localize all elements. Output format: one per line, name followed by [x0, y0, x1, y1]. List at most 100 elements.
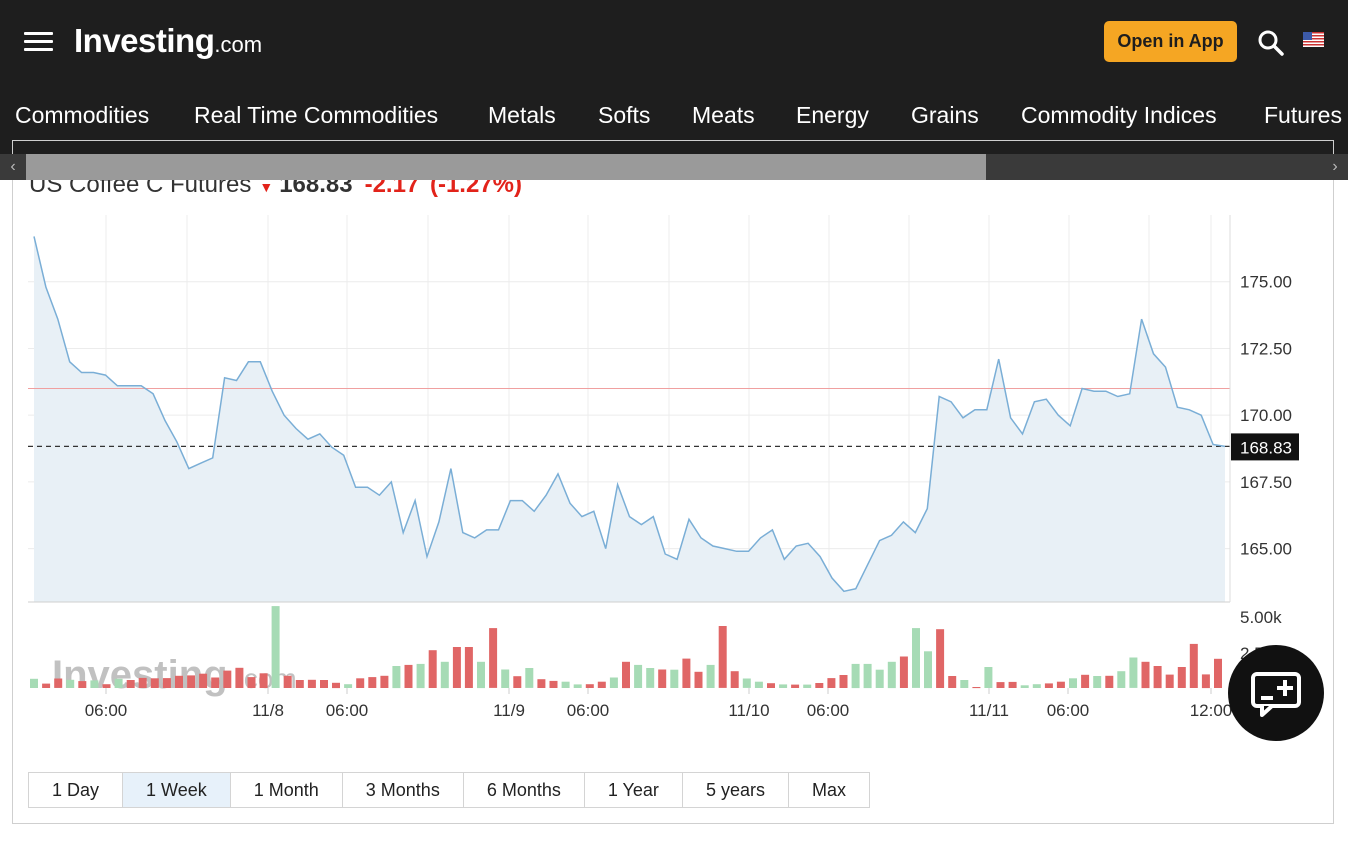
- volume-bar: [1032, 684, 1041, 688]
- volume-bar: [622, 661, 630, 689]
- range-1-week[interactable]: 1 Week: [123, 773, 231, 807]
- time-tick-label: 06:00: [807, 701, 850, 720]
- volume-bar: [887, 661, 896, 689]
- volume-bar: [30, 678, 38, 688]
- volume-bar: [948, 676, 957, 688]
- volume-bar: [1081, 674, 1090, 688]
- volume-bar: [815, 683, 824, 688]
- scrollbar-thumb[interactable]: [26, 154, 986, 180]
- price-axis: 175.00 172.50 170.00 167.50 165.00: [1229, 215, 1292, 602]
- volume-bar: [549, 680, 558, 688]
- price-tick-label: 165.00: [1240, 540, 1292, 559]
- volume-bar: [150, 678, 159, 688]
- volume-bar: [972, 687, 981, 689]
- volume-bar: [501, 669, 510, 688]
- volume-bar: [259, 673, 268, 688]
- volume-bar: [1008, 681, 1017, 688]
- time-tick-label: 06:00: [85, 701, 128, 720]
- volume-bar: [175, 675, 183, 688]
- volume-bar: [235, 667, 244, 688]
- volume-bar: [1044, 683, 1053, 688]
- price-chart[interactable]: Investing .com 175.00172.50170.00167.501…: [0, 0, 1348, 847]
- volume-bar: [573, 684, 582, 688]
- time-range-selector: 1 Day 1 Week 1 Month 3 Months 6 Months 1…: [28, 772, 870, 808]
- volume-bar: [634, 664, 643, 688]
- volume-bar: [440, 661, 449, 689]
- volume-bar: [585, 684, 594, 688]
- volume-bar: [537, 679, 546, 688]
- volume-bar: [742, 678, 751, 688]
- volume-bar: [283, 675, 292, 688]
- volume-bar: [1117, 671, 1126, 688]
- volume-bar: [803, 684, 812, 688]
- volume-bar: [670, 669, 679, 688]
- scroll-right-icon[interactable]: ›: [1322, 154, 1348, 180]
- volume-bar: [767, 683, 775, 688]
- volume-bar: [332, 682, 340, 689]
- volume-bar: [1056, 681, 1065, 688]
- current-price-label-text: 168.83: [1240, 438, 1292, 457]
- volume-bar: [851, 663, 860, 689]
- volume-bar: [187, 675, 196, 688]
- current-price-label: 168.83: [1231, 433, 1299, 461]
- volume-bar: [839, 675, 848, 688]
- volume-bar: [609, 677, 618, 688]
- range-1-year[interactable]: 1 Year: [584, 773, 683, 807]
- scroll-left-icon[interactable]: ‹: [0, 154, 26, 180]
- volume-bar: [271, 606, 280, 688]
- volume-bar: [754, 681, 763, 688]
- price-tick-label: 175.00: [1240, 273, 1292, 292]
- volume-bar: [66, 679, 75, 688]
- volume-bar: [597, 681, 606, 688]
- volume-bar: [525, 668, 534, 688]
- volume-bar: [223, 670, 232, 688]
- range-5-years[interactable]: 5 years: [682, 773, 789, 807]
- nav-scrollbar[interactable]: ‹ ›: [0, 154, 1348, 180]
- volume-bar: [936, 629, 945, 688]
- range-3-months[interactable]: 3 Months: [342, 773, 464, 807]
- volume-bar: [899, 656, 908, 688]
- volume-bar: [646, 668, 655, 688]
- volume-bar: [368, 677, 377, 688]
- time-tick-label: 06:00: [1047, 701, 1090, 720]
- range-1-day[interactable]: 1 Day: [29, 773, 124, 807]
- volume-bar: [162, 678, 171, 688]
- volume-bar: [380, 675, 389, 688]
- volume-bar: [1153, 666, 1162, 689]
- range-6-months[interactable]: 6 Months: [463, 773, 585, 807]
- volume-bar: [138, 677, 147, 688]
- volume-bar: [344, 684, 353, 688]
- volume-bar: [779, 684, 788, 688]
- volume-bar: [320, 680, 328, 688]
- volume-bar: [960, 680, 969, 688]
- feedback-chat-plus-icon: [1251, 672, 1301, 717]
- time-tick-label: 11/11: [969, 701, 1009, 720]
- range-1-month[interactable]: 1 Month: [230, 773, 343, 807]
- volume-bar: [706, 664, 715, 688]
- time-tick-label: 12:00: [1190, 701, 1233, 720]
- time-tick-label: 06:00: [326, 701, 369, 720]
- time-tick-label: 11/10: [728, 701, 769, 720]
- volume-bar: [730, 671, 739, 688]
- time-tick-label: 06:00: [567, 701, 610, 720]
- price-area-fill: [34, 236, 1225, 602]
- volume-bar: [452, 647, 461, 688]
- volume-bar: [211, 677, 220, 688]
- volume-bar: [295, 680, 304, 688]
- price-tick-label: 167.50: [1240, 473, 1292, 492]
- feedback-button[interactable]: [1228, 645, 1324, 741]
- volume-bar: [404, 664, 413, 688]
- volume-bar: [199, 673, 208, 688]
- volume-bar: [561, 681, 570, 688]
- volume-bar: [996, 682, 1005, 688]
- volume-bar: [428, 650, 437, 688]
- volume-bar: [102, 684, 111, 688]
- volume-bar: [1214, 658, 1222, 688]
- volume-bar: [392, 666, 401, 689]
- volume-bar: [1177, 667, 1186, 688]
- volume-bar: [78, 681, 87, 688]
- volume-bar: [1189, 643, 1198, 688]
- time-tick-label: 11/9: [493, 701, 525, 720]
- range-max[interactable]: Max: [788, 773, 869, 807]
- volume-bar: [1141, 661, 1150, 689]
